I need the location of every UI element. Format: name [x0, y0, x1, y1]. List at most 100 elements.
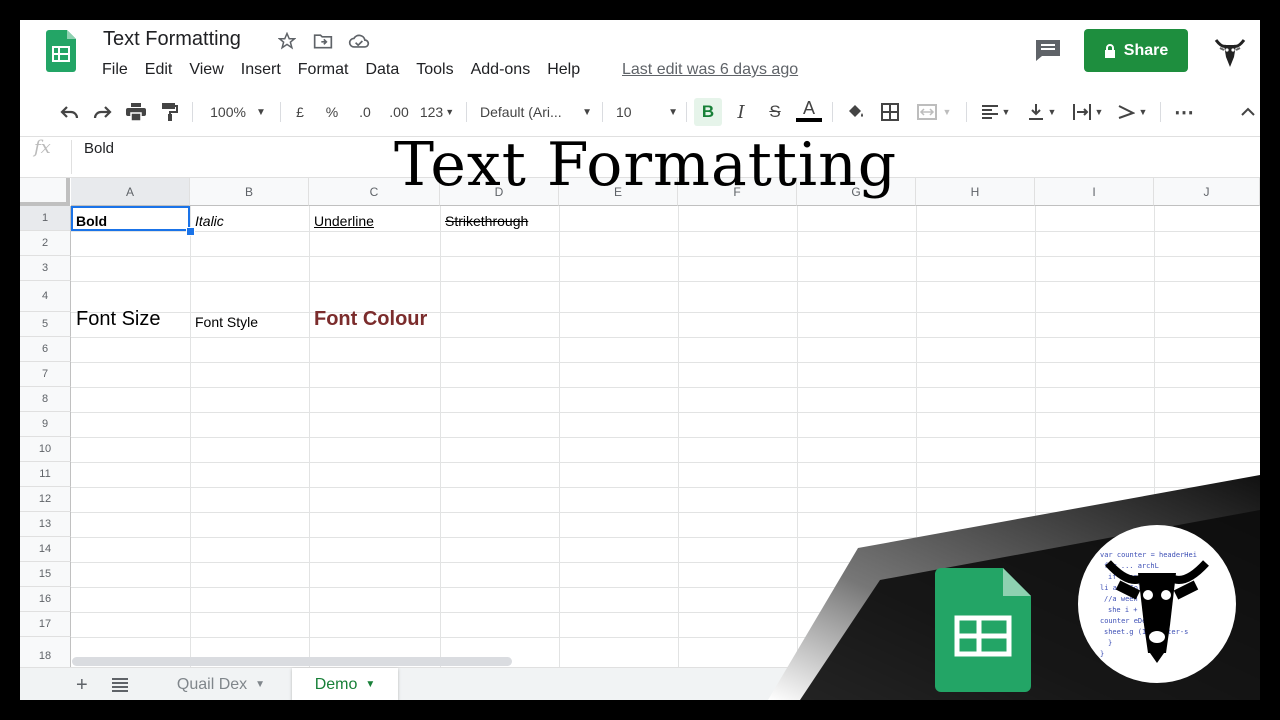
chevron-down-icon: ▼: [942, 107, 952, 117]
chevron-down-icon: ▼: [1001, 107, 1011, 117]
cell-a4[interactable]: Font Size: [76, 308, 160, 331]
avatar[interactable]: [1212, 34, 1248, 70]
cell-c4[interactable]: Font Colour: [314, 308, 427, 331]
text-color-button[interactable]: A: [796, 98, 822, 122]
paint-format-icon[interactable]: [158, 100, 182, 124]
document-title[interactable]: Text Formatting: [103, 28, 241, 51]
font-select[interactable]: Default (Ari... ▼: [480, 100, 592, 124]
row-header-3[interactable]: 3: [20, 256, 71, 281]
folder-icon[interactable]: [312, 30, 334, 52]
column-header-i[interactable]: I: [1035, 178, 1154, 206]
font-value: Default (Ari...: [480, 104, 562, 120]
menu-view[interactable]: View: [189, 61, 231, 79]
app-window: Text Formatting File Edit View Insert Fo…: [20, 20, 1260, 700]
row-header-7[interactable]: 7: [20, 362, 71, 387]
formula-input[interactable]: Bold: [84, 140, 114, 157]
row-gridline: [71, 412, 1260, 413]
row-header-6[interactable]: 6: [20, 337, 71, 362]
row-header-14[interactable]: 14: [20, 537, 71, 562]
row-header-1[interactable]: 1: [20, 206, 71, 231]
row-header-9[interactable]: 9: [20, 412, 71, 437]
italic-button[interactable]: I: [730, 100, 752, 124]
sheets-logo-icon[interactable]: [46, 30, 76, 72]
column-gridline: [1035, 206, 1036, 676]
strikethrough-button[interactable]: S: [764, 100, 786, 124]
decrease-decimal-button[interactable]: .0: [353, 100, 377, 124]
row-header-16[interactable]: 16: [20, 587, 71, 612]
tab-demo[interactable]: Demo ▼: [292, 668, 398, 700]
zoom-select[interactable]: 100% ▼: [206, 100, 270, 124]
merge-icon[interactable]: ▼: [914, 100, 954, 124]
row-gridline: [71, 337, 1260, 338]
currency-button[interactable]: £: [290, 100, 310, 124]
spreadsheet-grid[interactable]: ABCDEFGHIJ 1 2 3 4 5 6 7 8 9 10 11 12 13 14 15 16 17 18 B…: [20, 178, 1260, 676]
menu-file[interactable]: File: [102, 61, 136, 79]
font-size-value: 10: [616, 104, 632, 120]
select-all-corner[interactable]: [20, 178, 70, 206]
row-header-13[interactable]: 13: [20, 512, 71, 537]
horizontal-scrollbar[interactable]: [72, 657, 512, 666]
column-gridline: [559, 206, 560, 676]
bold-button[interactable]: B: [694, 98, 722, 126]
column-header-h[interactable]: H: [916, 178, 1035, 206]
row-header-11[interactable]: 11: [20, 462, 71, 487]
menu-help[interactable]: Help: [547, 61, 588, 79]
borders-icon[interactable]: [878, 100, 902, 124]
row-gridline: [71, 512, 1260, 513]
collapse-icon[interactable]: [1238, 100, 1258, 124]
row-header-8[interactable]: 8: [20, 387, 71, 412]
menu-format[interactable]: Format: [298, 61, 357, 79]
cell-b4[interactable]: Font Style: [195, 314, 258, 330]
all-sheets-icon[interactable]: [112, 678, 128, 692]
percent-button[interactable]: %: [322, 100, 342, 124]
more-formats-button[interactable]: 123 ▼: [418, 100, 456, 124]
column-header-j[interactable]: J: [1154, 178, 1260, 206]
align-icon[interactable]: ▼: [978, 100, 1014, 124]
valign-icon[interactable]: ▼: [1024, 100, 1060, 124]
menu-data[interactable]: Data: [365, 61, 407, 79]
redo-icon[interactable]: [90, 100, 114, 124]
chevron-down-icon: ▼: [445, 107, 455, 117]
fill-handle[interactable]: [186, 227, 195, 236]
menu-addons[interactable]: Add-ons: [471, 61, 539, 79]
rotate-icon[interactable]: ▼: [1114, 100, 1150, 124]
row-header-12[interactable]: 12: [20, 487, 71, 512]
star-icon[interactable]: [276, 30, 298, 52]
row-header-10[interactable]: 10: [20, 437, 71, 462]
active-cell-selection: [71, 206, 190, 231]
menu-insert[interactable]: Insert: [241, 61, 289, 79]
fill-color-icon[interactable]: [844, 100, 868, 124]
column-header-a[interactable]: A: [71, 178, 190, 206]
chevron-down-icon: ▼: [1138, 107, 1148, 117]
increase-decimal-button[interactable]: .00: [385, 100, 413, 124]
cell-b1[interactable]: Italic: [195, 213, 224, 229]
column-gridline: [797, 206, 798, 676]
add-sheet-button[interactable]: +: [76, 674, 88, 697]
print-icon[interactable]: [124, 100, 148, 124]
more-icon[interactable]: ⋯: [1172, 100, 1196, 124]
row-header-2[interactable]: 2: [20, 231, 71, 256]
cloud-icon[interactable]: [348, 30, 370, 52]
row-gridline: [71, 387, 1260, 388]
font-size-select[interactable]: 10 ▼: [616, 100, 678, 124]
menu-tools[interactable]: Tools: [416, 61, 461, 79]
row-header-17[interactable]: 17: [20, 612, 71, 637]
row-header-5[interactable]: 5: [20, 312, 71, 337]
tab-label: Demo: [314, 675, 358, 693]
menu-edit[interactable]: Edit: [145, 61, 181, 79]
wrap-icon[interactable]: ▼: [1070, 100, 1106, 124]
row-header-15[interactable]: 15: [20, 562, 71, 587]
zoom-value: 100%: [210, 104, 246, 120]
column-gridline: [678, 206, 679, 676]
cell-d1[interactable]: Strikethrough: [445, 213, 528, 229]
sheets-logo-icon: [935, 568, 1031, 692]
last-edit-link[interactable]: Last edit was 6 days ago: [622, 61, 798, 79]
share-button[interactable]: Share: [1084, 29, 1188, 72]
undo-icon[interactable]: [58, 100, 82, 124]
column-header-b[interactable]: B: [190, 178, 309, 206]
comment-icon[interactable]: [1034, 38, 1062, 62]
cell-c1[interactable]: Underline: [314, 213, 374, 229]
tab-quail-dex[interactable]: Quail Dex ▼: [156, 668, 286, 700]
menu-bar: File Edit View Insert Format Data Tools …: [102, 61, 597, 79]
row-header-4[interactable]: 4: [20, 281, 71, 312]
